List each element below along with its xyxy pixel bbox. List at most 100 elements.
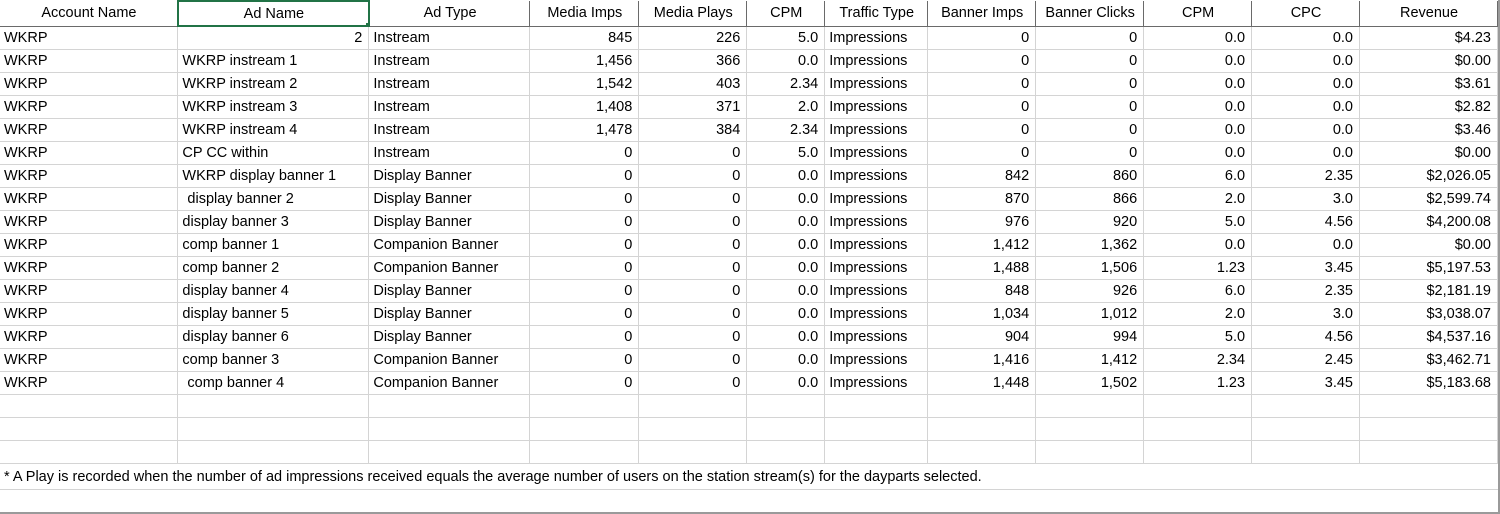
revenue-cell[interactable]: $2,599.74 — [1359, 187, 1499, 211]
banner-imps-cell[interactable]: 904 — [927, 325, 1037, 349]
cpm-header[interactable]: CPM — [746, 1, 826, 27]
account-name-cell[interactable]: WKRP — [0, 256, 179, 280]
cpc-cell[interactable]: 0.0 — [1251, 118, 1360, 142]
traffic-type-header[interactable]: Traffic Type — [824, 1, 929, 27]
banner-cpm-header[interactable]: CPM — [1143, 1, 1253, 27]
banner-imps-cell[interactable]: 842 — [927, 164, 1037, 188]
traffic-type-cell[interactable]: Impressions — [824, 72, 929, 96]
cpm-cell[interactable]: 2.34 — [746, 72, 826, 96]
media-plays-cell[interactable]: 0 — [638, 256, 748, 280]
banner-clicks-header[interactable]: Banner Clicks — [1035, 1, 1145, 27]
media-plays-cell[interactable]: 0 — [638, 141, 748, 165]
banner-imps-cell[interactable]: 870 — [927, 187, 1037, 211]
empty-cell[interactable] — [1035, 440, 1145, 464]
banner-cpm-cell[interactable]: 0.0 — [1143, 72, 1253, 96]
revenue-cell[interactable]: $4.23 — [1359, 26, 1499, 50]
empty-cell[interactable] — [0, 417, 179, 441]
media-imps-cell[interactable]: 1,408 — [529, 95, 640, 119]
cpm-cell[interactable]: 0.0 — [746, 279, 826, 303]
media-plays-cell[interactable]: 384 — [638, 118, 748, 142]
empty-cell[interactable] — [1251, 440, 1360, 464]
ad-type-header[interactable]: Ad Type — [368, 1, 531, 27]
media-plays-cell[interactable]: 0 — [638, 348, 748, 372]
revenue-cell[interactable]: $5,183.68 — [1359, 371, 1499, 395]
empty-cell[interactable] — [368, 394, 531, 418]
banner-cpm-cell[interactable]: 2.0 — [1143, 187, 1253, 211]
account-name-cell[interactable]: WKRP — [0, 187, 179, 211]
banner-clicks-cell[interactable]: 0 — [1035, 26, 1145, 50]
media-plays-cell[interactable]: 371 — [638, 95, 748, 119]
media-imps-cell[interactable]: 0 — [529, 164, 640, 188]
cpm-cell[interactable]: 0.0 — [746, 325, 826, 349]
media-plays-cell[interactable]: 366 — [638, 49, 748, 73]
ad-name-header[interactable]: Ad Name — [176, 0, 370, 27]
media-imps-cell[interactable]: 0 — [529, 256, 640, 280]
ad-type-cell[interactable]: Instream — [368, 141, 531, 165]
spreadsheet[interactable]: Account Name Ad Name Ad Type Media Imps Medi… — [0, 0, 1500, 514]
ad-name-cell[interactable]: comp banner 2 — [177, 256, 370, 280]
ad-name-cell[interactable]: WKRP instream 2 — [177, 72, 370, 96]
empty-cell[interactable] — [177, 440, 370, 464]
media-imps-cell[interactable]: 0 — [529, 371, 640, 395]
banner-clicks-cell[interactable]: 0 — [1035, 141, 1145, 165]
banner-imps-cell[interactable]: 0 — [927, 141, 1037, 165]
banner-clicks-cell[interactable]: 0 — [1035, 95, 1145, 119]
media-imps-cell[interactable]: 1,456 — [529, 49, 640, 73]
empty-cell[interactable] — [746, 417, 826, 441]
revenue-cell[interactable]: $4,537.16 — [1359, 325, 1499, 349]
revenue-cell[interactable]: $3,038.07 — [1359, 302, 1499, 326]
banner-imps-cell[interactable]: 0 — [927, 118, 1037, 142]
cpm-cell[interactable]: 5.0 — [746, 26, 826, 50]
revenue-cell[interactable]: $4,200.08 — [1359, 210, 1499, 234]
cpc-cell[interactable]: 0.0 — [1251, 95, 1360, 119]
cpc-cell[interactable]: 2.35 — [1251, 164, 1360, 188]
banner-clicks-cell[interactable]: 920 — [1035, 210, 1145, 234]
media-plays-cell[interactable]: 0 — [638, 164, 748, 188]
ad-name-cell[interactable]: display banner 3 — [177, 210, 370, 234]
ad-type-cell[interactable]: Companion Banner — [368, 256, 531, 280]
revenue-header[interactable]: Revenue — [1359, 1, 1499, 27]
revenue-cell[interactable]: $3.61 — [1359, 72, 1499, 96]
ad-name-cell[interactable]: WKRP display banner 1 — [177, 164, 370, 188]
revenue-cell[interactable]: $3.46 — [1359, 118, 1499, 142]
ad-type-cell[interactable]: Instream — [368, 49, 531, 73]
empty-cell[interactable] — [529, 440, 640, 464]
traffic-type-cell[interactable]: Impressions — [824, 302, 929, 326]
cpm-cell[interactable]: 0.0 — [746, 49, 826, 73]
cpm-cell[interactable]: 0.0 — [746, 302, 826, 326]
empty-cell[interactable] — [927, 394, 1037, 418]
media-plays-cell[interactable]: 0 — [638, 279, 748, 303]
empty-cell[interactable] — [1143, 440, 1253, 464]
ad-name-cell[interactable]: comp banner 3 — [177, 348, 370, 372]
banner-imps-cell[interactable]: 976 — [927, 210, 1037, 234]
empty-cell[interactable] — [638, 440, 748, 464]
banner-imps-cell[interactable]: 0 — [927, 95, 1037, 119]
revenue-cell[interactable]: $2,026.05 — [1359, 164, 1499, 188]
cpc-cell[interactable]: 0.0 — [1251, 72, 1360, 96]
ad-name-cell[interactable]: display banner 4 — [177, 279, 370, 303]
traffic-type-cell[interactable]: Impressions — [824, 95, 929, 119]
banner-cpm-cell[interactable]: 0.0 — [1143, 26, 1253, 50]
cpm-cell[interactable]: 0.0 — [746, 348, 826, 372]
ad-type-cell[interactable]: Instream — [368, 95, 531, 119]
media-plays-cell[interactable]: 0 — [638, 302, 748, 326]
media-plays-cell[interactable]: 0 — [638, 325, 748, 349]
banner-clicks-cell[interactable]: 926 — [1035, 279, 1145, 303]
traffic-type-cell[interactable]: Impressions — [824, 164, 929, 188]
banner-cpm-cell[interactable]: 0.0 — [1143, 49, 1253, 73]
revenue-cell[interactable]: $2,181.19 — [1359, 279, 1499, 303]
account-name-cell[interactable]: WKRP — [0, 302, 179, 326]
traffic-type-cell[interactable]: Impressions — [824, 26, 929, 50]
media-imps-cell[interactable]: 0 — [529, 302, 640, 326]
media-imps-cell[interactable]: 0 — [529, 233, 640, 257]
empty-cell[interactable] — [1035, 417, 1145, 441]
media-plays-cell[interactable]: 226 — [638, 26, 748, 50]
cpc-cell[interactable]: 0.0 — [1251, 233, 1360, 257]
ad-name-cell[interactable]: WKRP instream 3 — [177, 95, 370, 119]
ad-name-cell[interactable]: display banner 6 — [177, 325, 370, 349]
cpm-cell[interactable]: 0.0 — [746, 187, 826, 211]
account-name-cell[interactable]: WKRP — [0, 325, 179, 349]
account-name-cell[interactable]: WKRP — [0, 279, 179, 303]
banner-imps-cell[interactable]: 1,412 — [927, 233, 1037, 257]
account-name-cell[interactable]: WKRP — [0, 141, 179, 165]
